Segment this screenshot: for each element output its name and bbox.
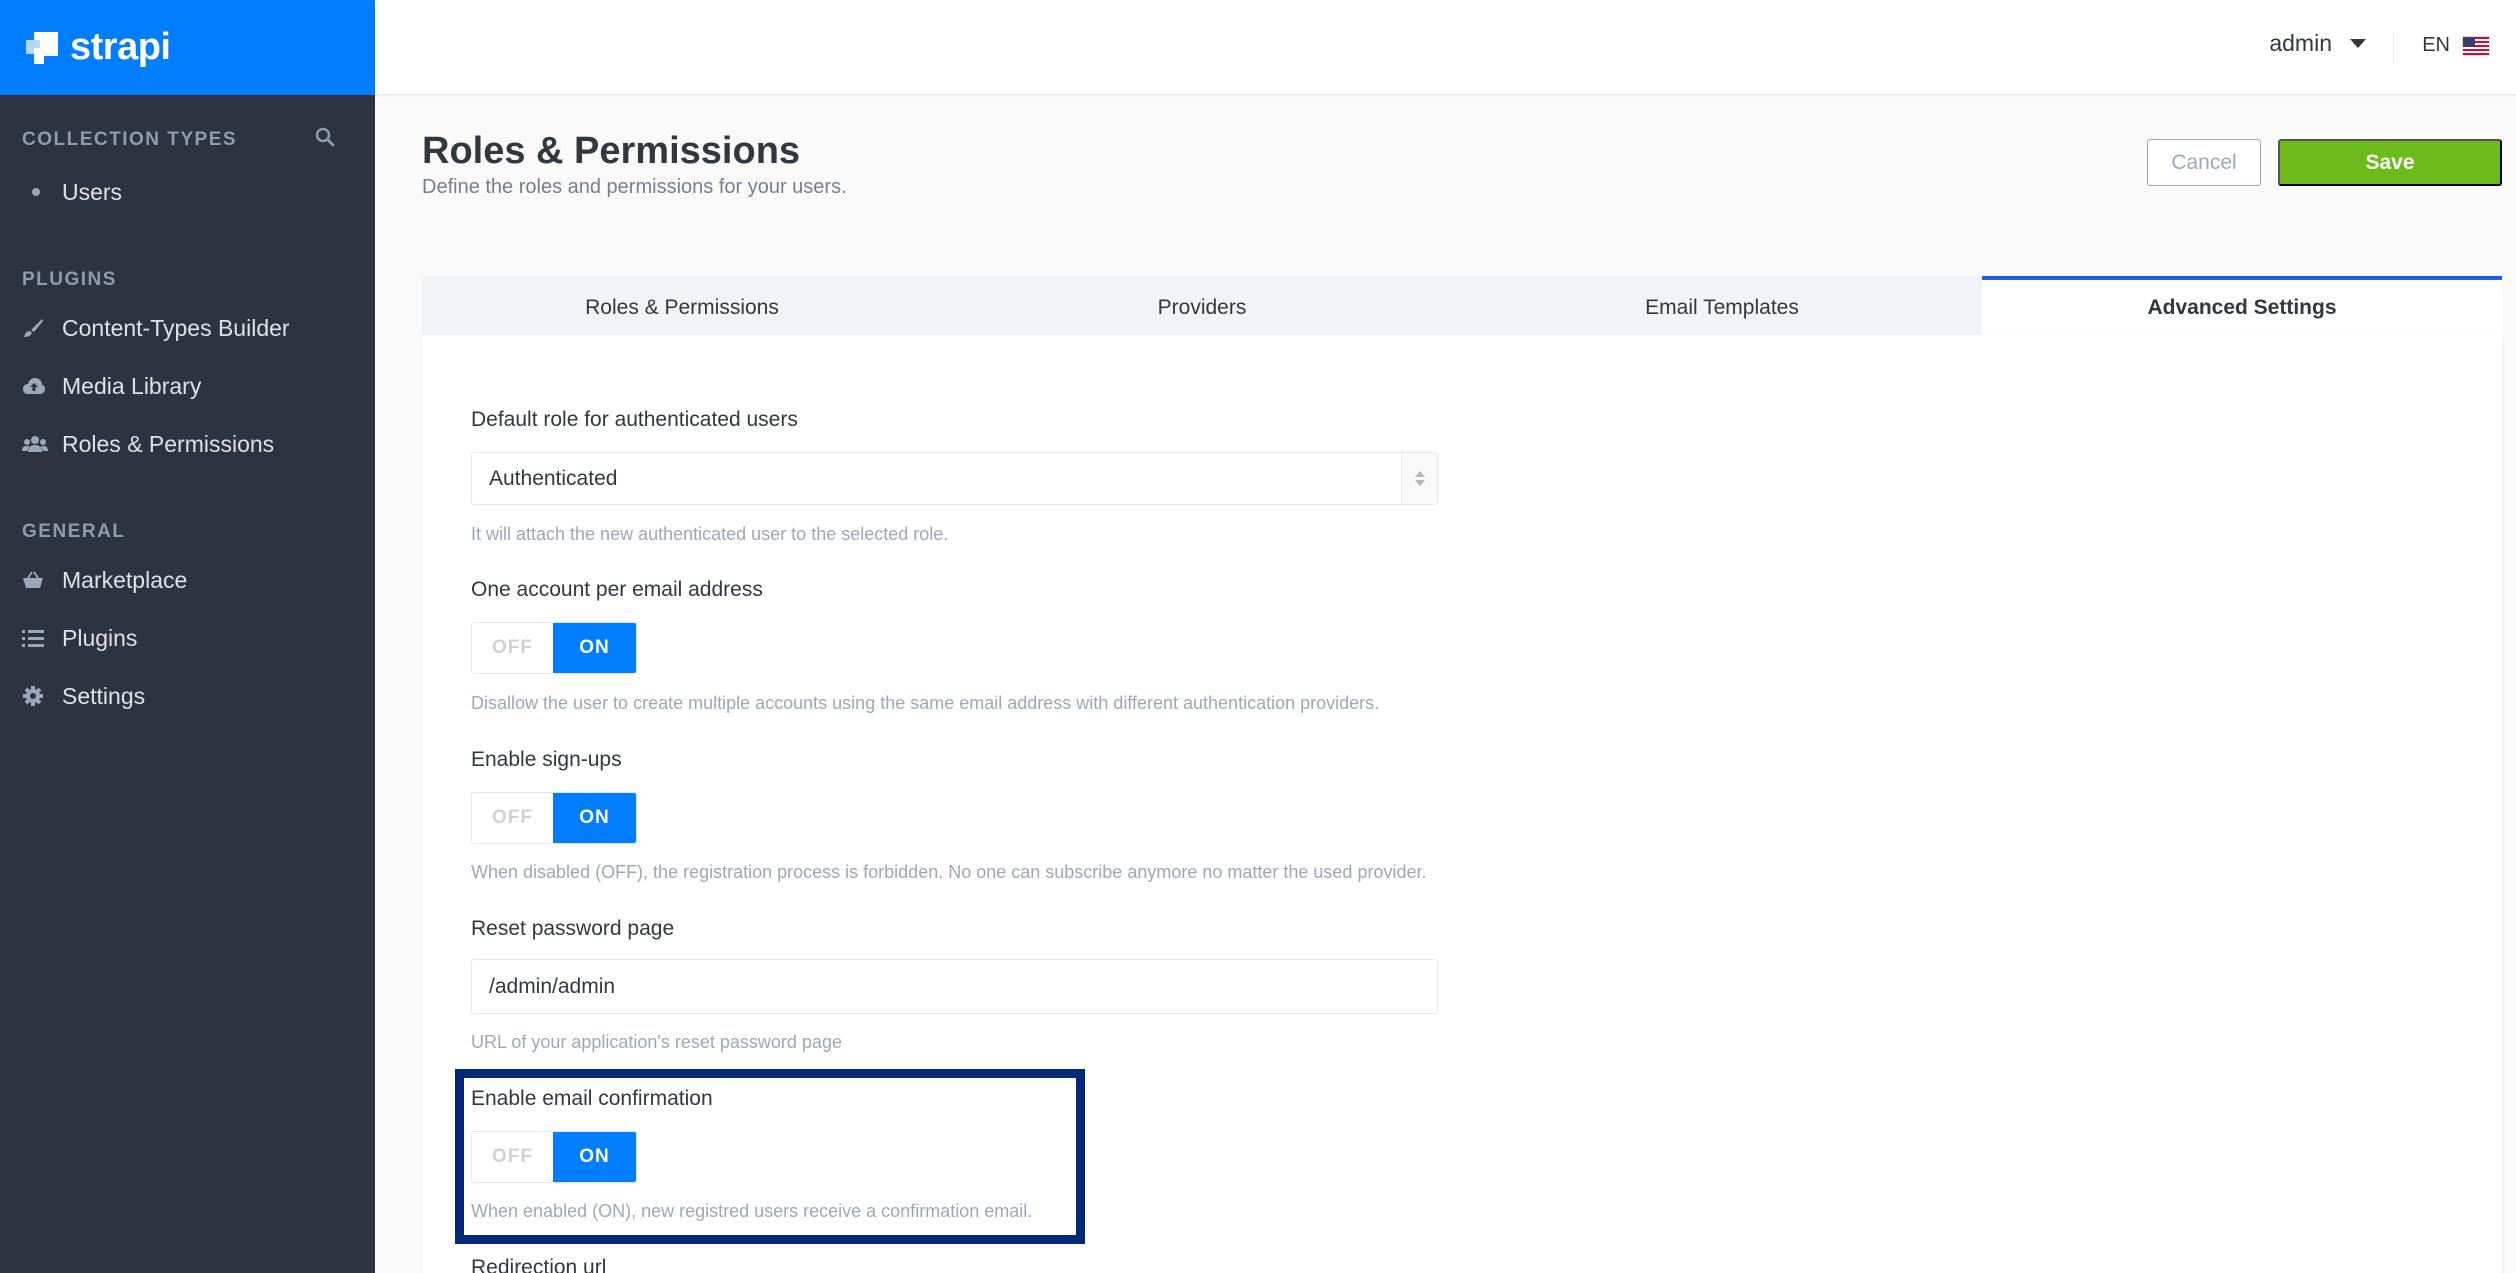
- unique-email-toggle: OFF ON: [471, 622, 637, 674]
- language-code: EN: [2422, 34, 2450, 56]
- language-switcher[interactable]: EN: [2422, 34, 2490, 57]
- users-icon: [22, 434, 62, 454]
- collection-types-section: COLLECTION TYPES Users: [0, 125, 375, 221]
- search-icon[interactable]: [315, 127, 335, 153]
- sidebar-item-media-library[interactable]: Media Library: [22, 357, 335, 415]
- reset-password-label: Reset password page: [471, 917, 675, 940]
- user-menu[interactable]: admin: [2269, 30, 2366, 57]
- plugins-title: PLUGINS: [22, 269, 117, 290]
- reset-password-help: URL of your application's reset password…: [471, 1032, 842, 1052]
- email-confirmation-on-button[interactable]: ON: [553, 1132, 636, 1182]
- sidebar-item-plugins[interactable]: Plugins: [22, 609, 335, 667]
- reset-password-value: /admin/admin: [489, 974, 616, 998]
- enable-signups-off-button[interactable]: OFF: [472, 793, 554, 843]
- sidebar-item-label: Plugins: [62, 624, 138, 651]
- email-confirmation-label: Enable email confirmation: [471, 1087, 713, 1110]
- cancel-button[interactable]: Cancel: [2147, 139, 2261, 186]
- page-subtitle: Define the roles and permissions for you…: [422, 176, 847, 198]
- us-flag-icon: [2462, 35, 2490, 56]
- email-confirmation-toggle: OFF ON: [471, 1131, 637, 1183]
- brand-header[interactable]: strapi: [0, 0, 375, 95]
- enable-signups-on-button[interactable]: ON: [553, 793, 636, 843]
- brush-icon: [22, 317, 62, 339]
- save-button[interactable]: Save: [2278, 139, 2502, 186]
- sidebar-item-roles-permissions[interactable]: Roles & Permissions: [22, 415, 335, 473]
- top-bar: admin EN: [375, 0, 2516, 95]
- unique-email-off-button[interactable]: OFF: [472, 623, 554, 673]
- general-title: GENERAL: [22, 521, 126, 542]
- sidebar-item-label: Marketplace: [62, 566, 188, 593]
- reset-password-input[interactable]: /admin/admin: [471, 959, 1438, 1014]
- select-arrows-icon: [1401, 453, 1437, 504]
- tab-roles-permissions[interactable]: Roles & Permissions: [422, 276, 942, 336]
- sidebar-item-label: Settings: [62, 682, 146, 709]
- cloud-upload-icon: [22, 376, 62, 396]
- enable-signups-help: When disabled (OFF), the registration pr…: [471, 862, 1427, 882]
- sidebar: strapi COLLECTION TYPES Users PLUGINS Co…: [0, 0, 375, 1273]
- plugins-section: PLUGINS Content-Types Builder Media Libr…: [0, 265, 375, 473]
- redirection-url-label: Redirection url: [471, 1256, 607, 1273]
- default-role-help: It will attach the new authenticated use…: [471, 524, 949, 544]
- sidebar-item-content-types-builder[interactable]: Content-Types Builder: [22, 299, 335, 357]
- default-role-label: Default role for authenticated users: [471, 408, 798, 431]
- sidebar-item-label: Roles & Permissions: [62, 430, 275, 457]
- tab-advanced-settings[interactable]: Advanced Settings: [1982, 276, 2502, 336]
- tab-providers[interactable]: Providers: [942, 276, 1462, 336]
- general-section: GENERAL Marketplace Plugins Settings: [0, 517, 375, 725]
- unique-email-help: Disallow the user to create multiple acc…: [471, 693, 1380, 713]
- tab-email-templates[interactable]: Email Templates: [1462, 276, 1982, 336]
- page-title: Roles & Permissions: [422, 130, 801, 172]
- sidebar-item-label: Media Library: [62, 372, 202, 399]
- user-name: admin: [2269, 30, 2332, 56]
- sidebar-item-settings[interactable]: Settings: [22, 667, 335, 725]
- email-confirmation-off-button[interactable]: OFF: [472, 1132, 554, 1182]
- sidebar-item-users[interactable]: Users: [22, 163, 335, 221]
- email-confirmation-help: When enabled (ON), new registred users r…: [471, 1201, 1033, 1221]
- gear-icon: [22, 685, 62, 707]
- default-role-select[interactable]: Authenticated: [471, 452, 1438, 505]
- list-icon: [22, 628, 62, 648]
- sidebar-item-label: Content-Types Builder: [62, 314, 290, 341]
- basket-icon: [22, 570, 62, 590]
- strapi-logo-icon: [24, 30, 60, 66]
- header-divider: [2393, 32, 2394, 64]
- bullet-icon: [32, 188, 40, 196]
- default-role-value: Authenticated: [489, 466, 618, 490]
- unique-email-label: One account per email address: [471, 578, 763, 601]
- sidebar-item-label: Users: [62, 178, 123, 205]
- brand-name: strapi: [70, 26, 171, 68]
- collection-types-title: COLLECTION TYPES: [22, 129, 238, 150]
- enable-signups-label: Enable sign-ups: [471, 748, 622, 771]
- caret-down-icon: [2350, 39, 2366, 48]
- sidebar-item-marketplace[interactable]: Marketplace: [22, 551, 335, 609]
- unique-email-on-button[interactable]: ON: [553, 623, 636, 673]
- settings-tabs: Roles & Permissions Providers Email Temp…: [422, 276, 2502, 336]
- enable-signups-toggle: OFF ON: [471, 792, 637, 844]
